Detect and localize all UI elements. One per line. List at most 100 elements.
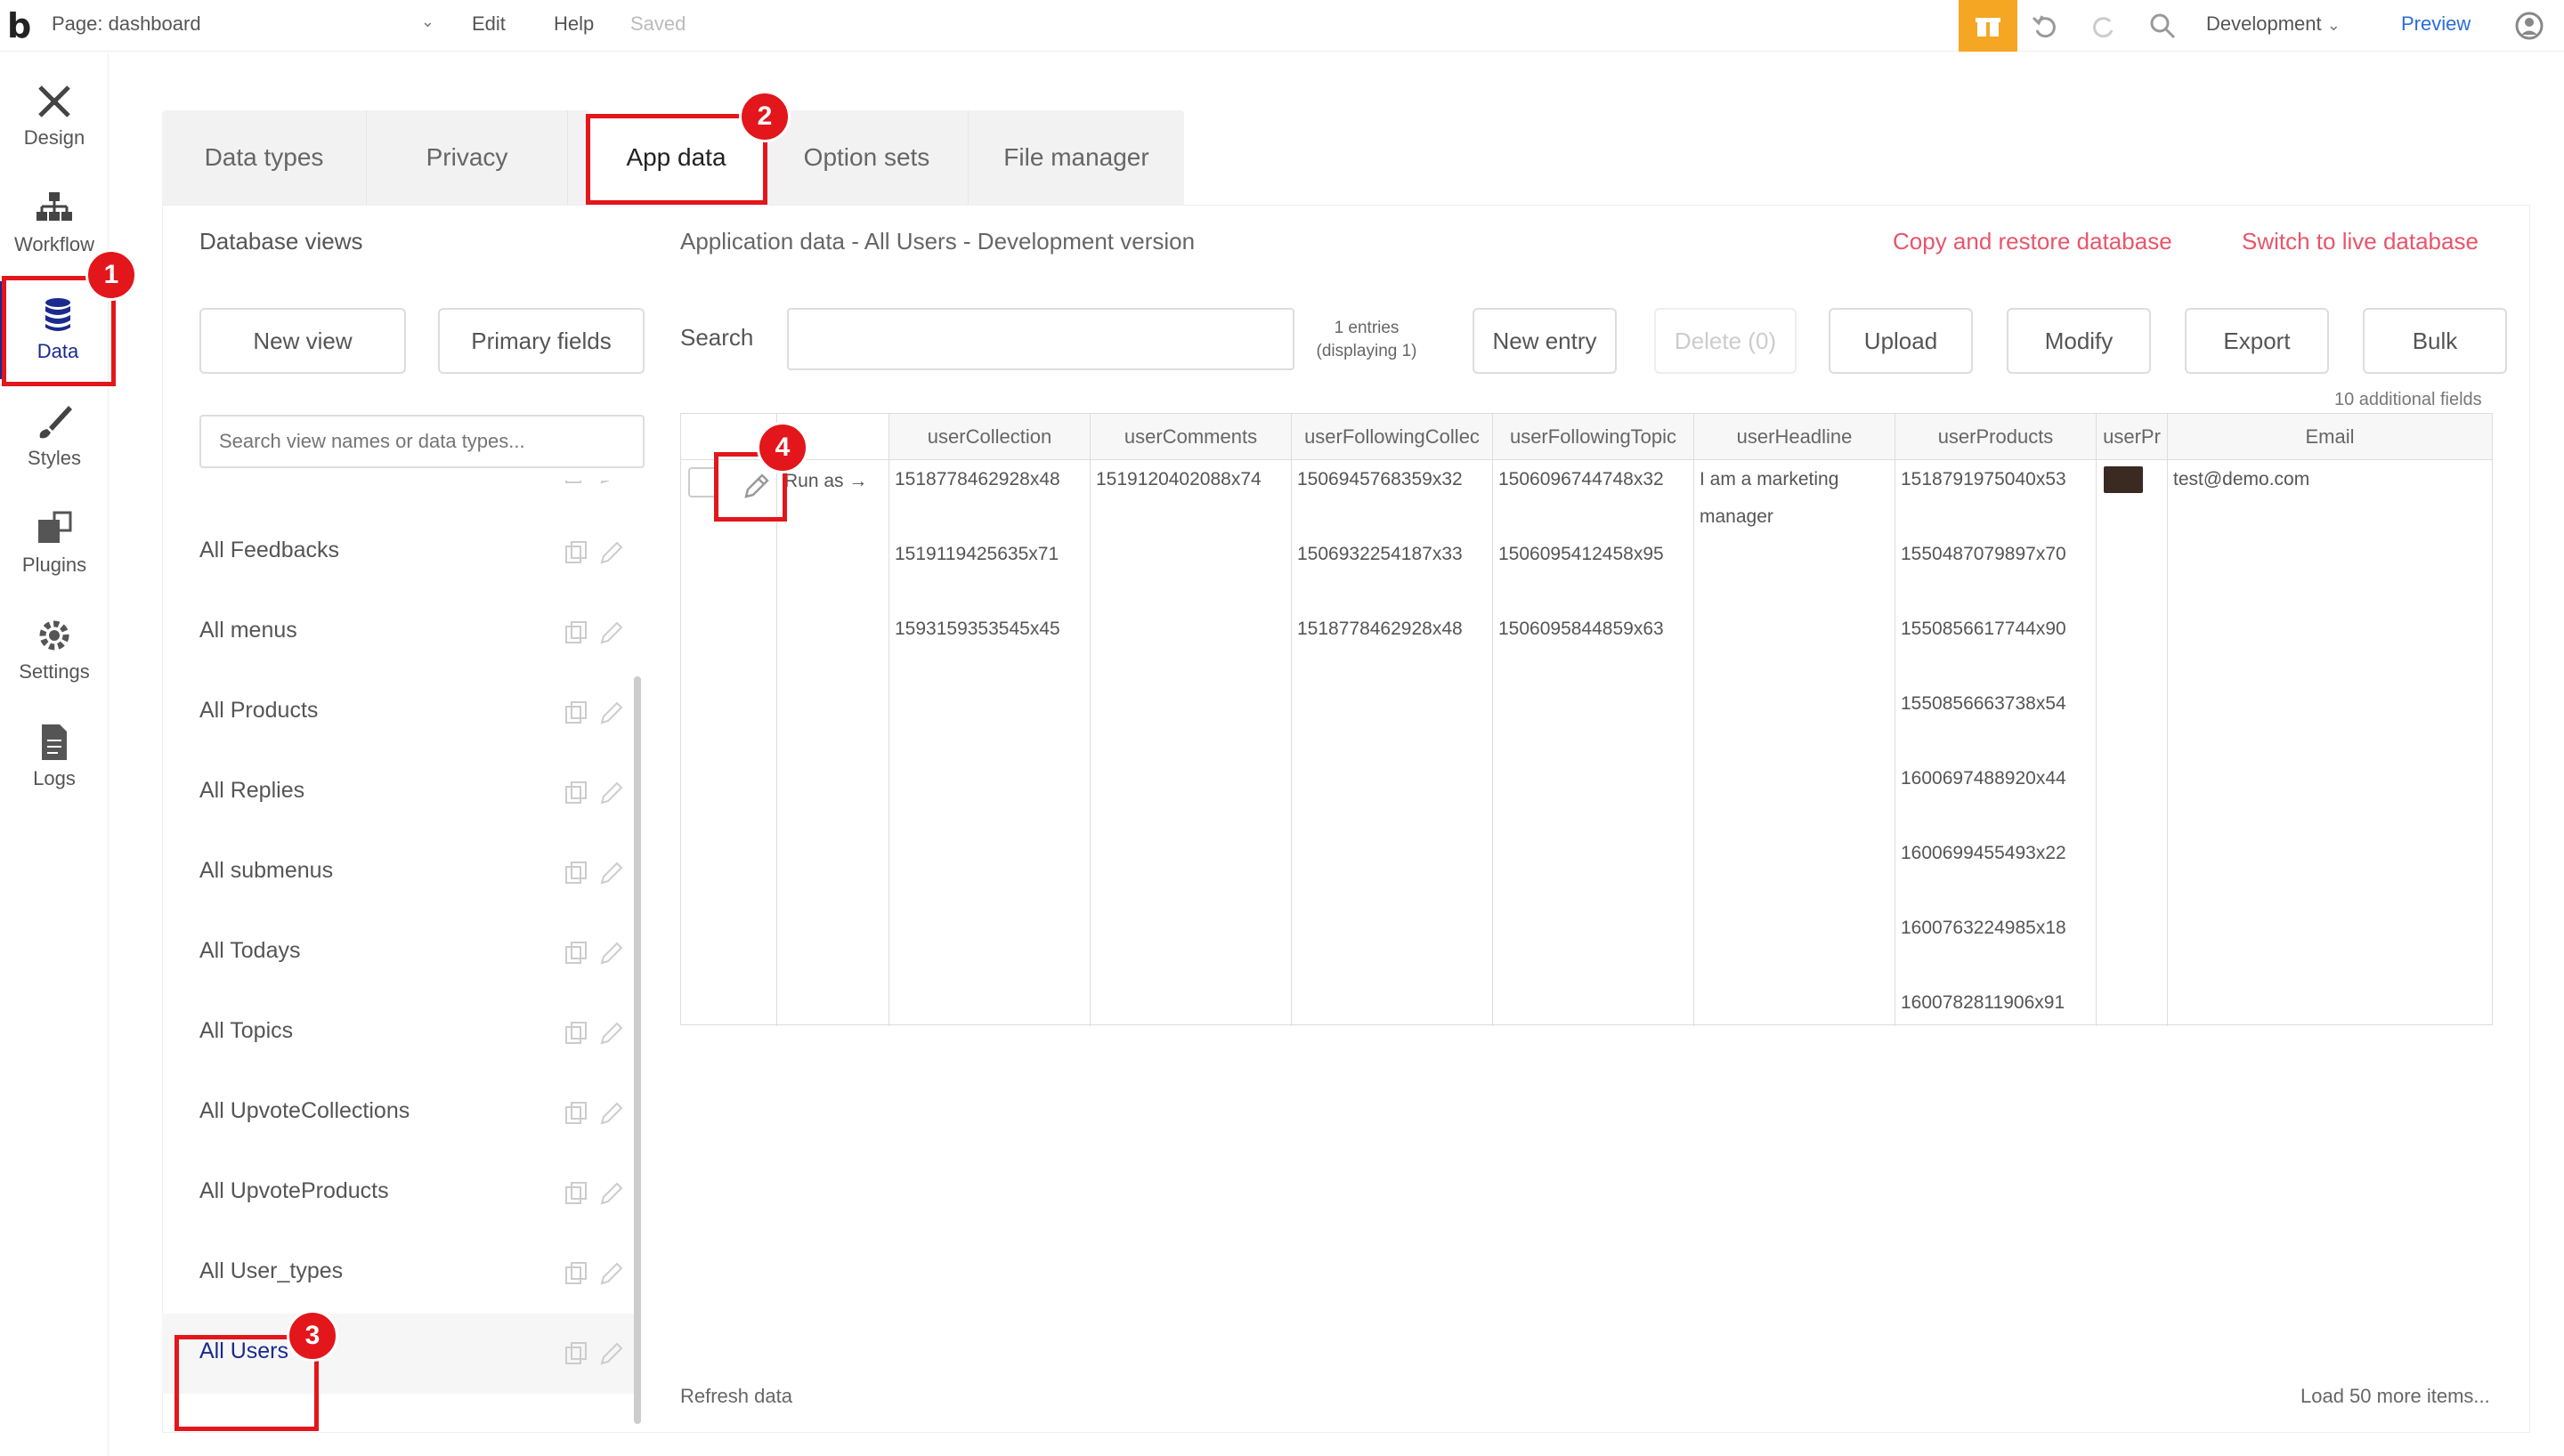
table-cell: 1550856663738x54: [1901, 693, 2066, 714]
pencil-icon[interactable]: [598, 1260, 625, 1287]
entries-displaying-line: (displaying 1): [1316, 342, 1417, 360]
preview-link[interactable]: Preview: [2401, 12, 2471, 36]
pencil-icon[interactable]: [598, 780, 625, 806]
list-item[interactable]: All menus: [162, 593, 634, 673]
callout-badge-4: 4: [757, 422, 808, 473]
pencil-icon[interactable]: [598, 860, 625, 886]
design-icon: [38, 85, 70, 117]
copy-icon[interactable]: [563, 1180, 589, 1207]
pencil-icon[interactable]: [598, 619, 625, 646]
sidebar-item-styles[interactable]: Styles: [0, 388, 109, 486]
list-item[interactable]: All Products: [162, 673, 634, 753]
table-cell: 1593159353545x45: [895, 619, 1060, 639]
menu-edit[interactable]: Edit: [472, 12, 506, 36]
user-account-icon[interactable]: [2514, 11, 2544, 41]
run-as-link[interactable]: Run as →: [784, 471, 867, 492]
copy-icon[interactable]: [563, 1340, 589, 1367]
tab-option-sets[interactable]: Option sets: [766, 110, 969, 205]
sidebar-item-settings[interactable]: Settings: [0, 602, 109, 700]
sidebar-item-design[interactable]: Design: [0, 68, 109, 166]
search-label: Search: [680, 324, 754, 351]
grid-header-user-following-collec[interactable]: userFollowingCollec: [1292, 414, 1493, 460]
grid-header-user-pr[interactable]: userPr: [2097, 414, 2168, 460]
new-entry-button[interactable]: New entry: [1473, 308, 1617, 374]
new-view-button[interactable]: New view: [199, 308, 406, 374]
pencil-icon[interactable]: [598, 481, 625, 486]
refresh-data-link[interactable]: Refresh data: [680, 1385, 792, 1408]
undo-icon[interactable]: [2030, 11, 2060, 41]
copy-icon[interactable]: [563, 940, 589, 967]
list-item[interactable]: All Discussions: [162, 481, 634, 513]
list-item[interactable]: All submenus: [162, 833, 634, 913]
grid-col-user-comments: 1519120402088x74: [1091, 460, 1292, 1026]
additional-fields-link[interactable]: 10 additional fields: [2334, 390, 2482, 410]
grid-header-user-comments[interactable]: userComments: [1091, 414, 1292, 460]
notifications-button[interactable]: [1959, 0, 2017, 52]
table-cell: 1506095844859x63: [1498, 619, 1664, 639]
table-cell: 1550487079897x70: [1901, 544, 2066, 564]
primary-fields-button[interactable]: Primary fields: [438, 308, 645, 374]
switch-live-database-link[interactable]: Switch to live database: [2242, 228, 2479, 255]
list-item[interactable]: All User_types: [162, 1234, 634, 1314]
modify-button[interactable]: Modify: [2007, 308, 2151, 374]
load-more-link[interactable]: Load 50 more items...: [2300, 1385, 2490, 1408]
tab-privacy[interactable]: Privacy: [367, 110, 568, 205]
list-item[interactable]: All UpvoteProducts: [162, 1153, 634, 1234]
sidebar-item-logs[interactable]: Logs: [0, 708, 109, 806]
view-name: All Todays: [199, 938, 301, 963]
views-scrollbar[interactable]: [634, 676, 641, 1424]
list-item[interactable]: All UpvoteCollections: [162, 1073, 634, 1153]
copy-icon[interactable]: [563, 1100, 589, 1127]
pencil-icon[interactable]: [598, 1100, 625, 1127]
list-item[interactable]: All Topics: [162, 993, 634, 1073]
export-button[interactable]: Export: [2185, 308, 2329, 374]
grid-header-user-headline[interactable]: userHeadline: [1694, 414, 1895, 460]
page-selector[interactable]: Page: dashboard ⌄: [52, 12, 434, 39]
tab-file-manager[interactable]: File manager: [969, 110, 1184, 205]
bubble-logo[interactable]: b: [7, 9, 39, 43]
copy-restore-database-link[interactable]: Copy and restore database: [1893, 228, 2172, 255]
grid-header-email[interactable]: Email: [2168, 414, 2492, 460]
pencil-icon[interactable]: [598, 1340, 625, 1367]
copy-icon[interactable]: [563, 700, 589, 726]
gear-icon: [39, 620, 69, 651]
copy-icon[interactable]: [563, 860, 589, 886]
table-cell: 1600697488920x44: [1901, 768, 2066, 789]
view-search-input[interactable]: [199, 415, 645, 468]
tab-data-types[interactable]: Data types: [162, 110, 367, 205]
upload-button[interactable]: Upload: [1829, 308, 1973, 374]
search-icon[interactable]: [2147, 11, 2178, 41]
pencil-icon[interactable]: [598, 940, 625, 967]
environment-selector[interactable]: Development ⌄: [2206, 12, 2375, 36]
table-cell: manager: [1700, 506, 1773, 527]
copy-icon[interactable]: [563, 1020, 589, 1047]
grid-header-user-products[interactable]: userProducts: [1895, 414, 2097, 460]
grid-header-user-following-topic[interactable]: userFollowingTopic: [1493, 414, 1694, 460]
copy-icon[interactable]: [563, 780, 589, 806]
list-item[interactable]: All Feedbacks: [162, 513, 634, 593]
copy-icon[interactable]: [563, 619, 589, 646]
entries-search-input[interactable]: [787, 308, 1294, 370]
pencil-icon[interactable]: [598, 1180, 625, 1207]
sidebar-item-plugins[interactable]: Plugins: [0, 495, 109, 593]
grid-col-user-pr: [2097, 460, 2168, 1026]
view-name: All Feedbacks: [199, 538, 340, 562]
redo-icon[interactable]: [2089, 11, 2119, 41]
grid-header-user-collection[interactable]: userCollection: [889, 414, 1091, 460]
list-item[interactable]: All Replies: [162, 753, 634, 833]
copy-icon[interactable]: [563, 1260, 589, 1287]
pencil-icon[interactable]: [598, 539, 625, 566]
table-cell: test@demo.com: [2173, 469, 2310, 489]
delete-button[interactable]: Delete (0): [1654, 308, 1797, 374]
pencil-icon[interactable]: [598, 1020, 625, 1047]
database-views-list: All Discussions All Feedbacks All menus All…: [162, 481, 646, 1424]
pencil-icon[interactable]: [598, 700, 625, 726]
menu-help[interactable]: Help: [554, 12, 594, 36]
copy-icon[interactable]: [563, 539, 589, 566]
list-item[interactable]: All Todays: [162, 913, 634, 993]
grid-col-email: test@demo.com: [2168, 460, 2492, 1026]
bulk-button[interactable]: Bulk: [2363, 308, 2507, 374]
data-grid: userCollection userComments userFollowin…: [680, 413, 2493, 1026]
copy-icon[interactable]: [563, 481, 589, 486]
grid-col-user-collection: 1518778462928x48 1519119425635x71 159315…: [889, 460, 1091, 1026]
